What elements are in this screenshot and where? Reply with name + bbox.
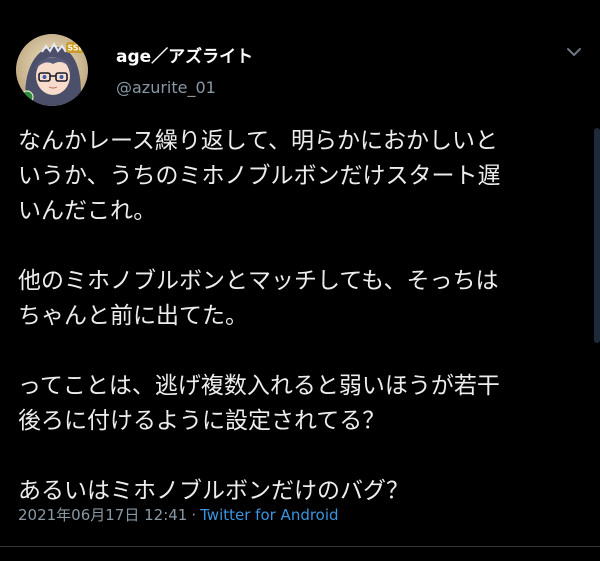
meta-separator: · — [191, 506, 197, 524]
divider — [0, 546, 600, 547]
avatar-image: SSR — [16, 34, 88, 106]
ssr-badge: SSR — [67, 44, 84, 53]
tweet-meta: 2021年06月17日 12:41 · Twitter for Android — [18, 504, 339, 525]
source-link[interactable]: Twitter for Android — [200, 506, 338, 524]
tweet-paragraph: ってことは、逃げ複数入れると弱いほうが若干 後ろに付けるように設定されてる？ — [18, 373, 500, 434]
tweet-card: SSR age／アズライト @azurite_01 なんかレース繰り返して、明ら… — [0, 0, 600, 561]
scrollbar[interactable] — [594, 128, 600, 343]
tweet-paragraph: なんかレース繰り返して、明らかにおかしいと いうか、うちのミホノブルボンだけスタ… — [18, 128, 501, 224]
chevron-down-icon[interactable] — [563, 44, 585, 60]
avatar[interactable]: SSR — [16, 34, 88, 106]
tweet-paragraph: 他のミホノブルボンとマッチしても、そっちは ちゃんと前に出てた。 — [18, 268, 499, 329]
timestamp[interactable]: 2021年06月17日 12:41 — [18, 506, 187, 524]
tweet-text: なんかレース繰り返して、明らかにおかしいと いうか、うちのミホノブルボンだけスタ… — [18, 124, 586, 509]
display-name[interactable]: age／アズライト — [116, 42, 253, 67]
user-handle[interactable]: @azurite_01 — [116, 78, 216, 97]
